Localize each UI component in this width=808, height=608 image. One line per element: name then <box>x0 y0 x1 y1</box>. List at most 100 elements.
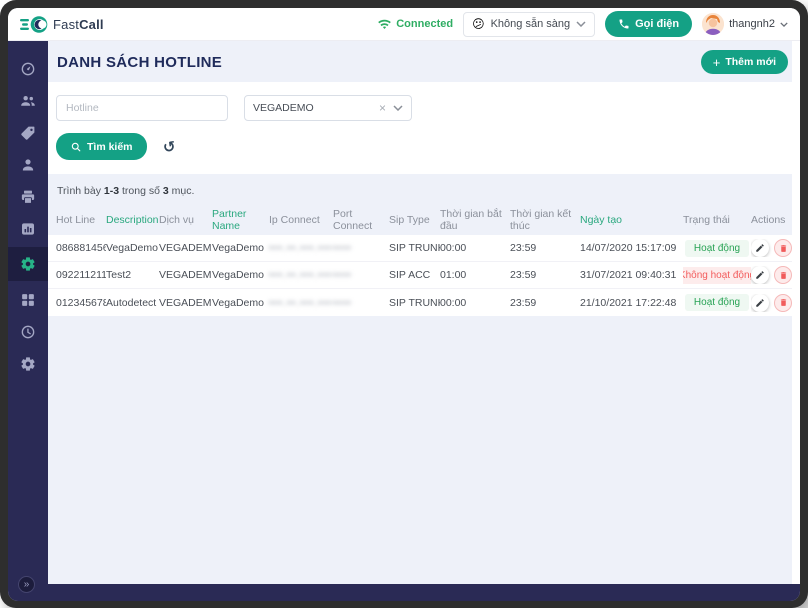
trash-icon <box>779 244 788 253</box>
customer-icon <box>20 157 36 173</box>
column-header[interactable]: Partner Name <box>212 208 269 232</box>
cell-partner: VegaDemo <box>212 297 269 309</box>
table-row: 0868814566 VegaDemo VEGADEMO VegaDemo ••… <box>48 235 796 262</box>
cell-status: Hoạt động <box>683 240 751 257</box>
column-header[interactable]: Dịch vụ <box>159 214 212 226</box>
column-header[interactable]: Ip Connect <box>269 214 333 226</box>
sidebar-item-devices[interactable] <box>8 183 48 210</box>
window-frame: FastCall Connected 😕 Không sẵn sàng <box>0 0 808 608</box>
delete-button[interactable] <box>774 294 792 312</box>
cell-created-at: 31/07/2021 09:40:31 <box>580 269 683 281</box>
column-header[interactable]: Thời gian kết thúc <box>510 208 580 232</box>
status-badge: Hoạt động <box>685 294 749 311</box>
pencil-icon <box>755 243 765 253</box>
sidebar-item-settings[interactable] <box>8 247 48 281</box>
sidebar-item-customer[interactable] <box>8 151 48 178</box>
column-header[interactable]: Thời gian bắt đầu <box>440 208 510 232</box>
user-menu[interactable]: thangnh2 <box>702 13 788 35</box>
column-header[interactable]: Hot Line <box>56 214 106 226</box>
pencil-icon <box>755 298 765 308</box>
sidebar-item-dashboard[interactable] <box>8 55 48 82</box>
main-content: DANH SÁCH HOTLINE + Thêm mới VEGADEMO × <box>48 41 800 584</box>
edit-button[interactable] <box>751 294 769 312</box>
cell-service: VEGADEMO <box>159 297 212 309</box>
pencil-icon <box>755 270 765 280</box>
topbar-right: Connected 😕 Không sẵn sàng Gọi điện <box>377 11 788 37</box>
edit-button[interactable] <box>751 266 769 284</box>
reload-icon[interactable]: ↺ <box>161 137 176 157</box>
column-header[interactable]: Description <box>106 214 159 226</box>
tag-icon <box>20 125 36 141</box>
table-row: 0922112113 Test2 VEGADEMO VegaDemo •••.•… <box>48 262 796 289</box>
chevron-down-icon <box>393 105 403 111</box>
app-window: FastCall Connected 😕 Không sẵn sàng <box>8 8 800 601</box>
cell-port-redacted: •••• <box>333 269 389 281</box>
sidebar-item-tags[interactable] <box>8 119 48 146</box>
column-header[interactable]: Actions <box>751 214 795 226</box>
printer-icon <box>20 189 36 205</box>
history-icon <box>20 324 36 340</box>
hotline-input[interactable] <box>56 95 228 121</box>
delete-button[interactable] <box>774 266 792 284</box>
user-name: thangnh2 <box>729 18 775 30</box>
cell-hotline: 0868814566 <box>56 242 106 254</box>
phone-icon <box>618 18 630 30</box>
cell-actions <box>751 294 795 312</box>
system-gear-icon <box>20 356 36 372</box>
cell-time-start: 01:00 <box>440 269 510 281</box>
call-button[interactable]: Gọi điện <box>605 11 692 37</box>
fastcall-logo[interactable]: FastCall <box>20 15 104 34</box>
add-new-button[interactable]: + Thêm mới <box>701 50 788 74</box>
sidebar-item-reports[interactable] <box>8 215 48 242</box>
scrollbar-track[interactable] <box>792 41 800 584</box>
trash-icon <box>779 271 788 280</box>
chevron-down-icon <box>780 22 788 27</box>
add-new-label: Thêm mới <box>725 56 776 68</box>
hotline-table: Hot LineDescriptionDịch vụPartner NameIp… <box>48 205 796 316</box>
sidebar-item-system[interactable] <box>8 350 48 377</box>
sidebar-item-history[interactable] <box>8 318 48 345</box>
plus-icon: + <box>713 56 721 69</box>
page-header: DANH SÁCH HOTLINE + Thêm mới <box>48 41 800 82</box>
status-badge: Hoạt động <box>685 240 749 257</box>
cell-ip-redacted: •••.••.•••.••• <box>269 242 333 254</box>
avatar <box>702 13 724 35</box>
column-header[interactable]: Ngày tạo <box>580 214 683 226</box>
edit-button[interactable] <box>751 239 769 257</box>
cell-service: VEGADEMO <box>159 242 212 254</box>
column-header[interactable]: Port Connect <box>333 208 389 232</box>
cell-status: Hoạt động <box>683 294 751 311</box>
sidebar-expand-toggle[interactable]: » <box>18 576 35 593</box>
cell-status: Không hoạt động <box>683 267 751 284</box>
trash-icon <box>779 298 788 307</box>
cell-actions <box>751 266 795 284</box>
column-header[interactable]: Sip Type <box>389 214 440 226</box>
clear-icon[interactable]: × <box>379 102 393 114</box>
fastcall-logo-icon <box>20 15 48 34</box>
cell-time-start: 00:00 <box>440 242 510 254</box>
search-button-label: Tìm kiếm <box>87 141 133 153</box>
table-body: 0868814566 VegaDemo VEGADEMO VegaDemo ••… <box>48 235 796 316</box>
bottom-bar <box>8 584 800 601</box>
cell-partner: VegaDemo <box>212 242 269 254</box>
report-icon <box>20 221 36 237</box>
apps-grid-icon <box>20 292 36 308</box>
delete-button[interactable] <box>774 239 792 257</box>
cell-description: Autodetect <box>106 297 159 309</box>
sidebar-item-apps[interactable] <box>8 286 48 313</box>
cell-ip-redacted: •••.••.•••.••• <box>269 297 333 309</box>
table-header-row: Hot LineDescriptionDịch vụPartner NameIp… <box>48 205 796 235</box>
agent-status-select[interactable]: 😕 Không sẵn sàng <box>463 12 595 37</box>
agents-icon <box>20 93 36 109</box>
search-button[interactable]: Tìm kiếm <box>56 133 147 160</box>
sidebar-item-agents[interactable] <box>8 87 48 114</box>
page-title: DANH SÁCH HOTLINE <box>57 54 222 71</box>
column-header[interactable]: Trạng thái <box>683 214 751 226</box>
chevron-down-icon <box>576 21 586 27</box>
partner-select[interactable]: VEGADEMO × <box>244 95 412 121</box>
cell-time-end: 23:59 <box>510 242 580 254</box>
app-body: » DANH SÁCH HOTLINE + Thêm mới VE <box>8 41 800 584</box>
settings-icon <box>20 256 36 272</box>
cell-service: VEGADEMO <box>159 269 212 281</box>
sidebar: » <box>8 41 48 584</box>
